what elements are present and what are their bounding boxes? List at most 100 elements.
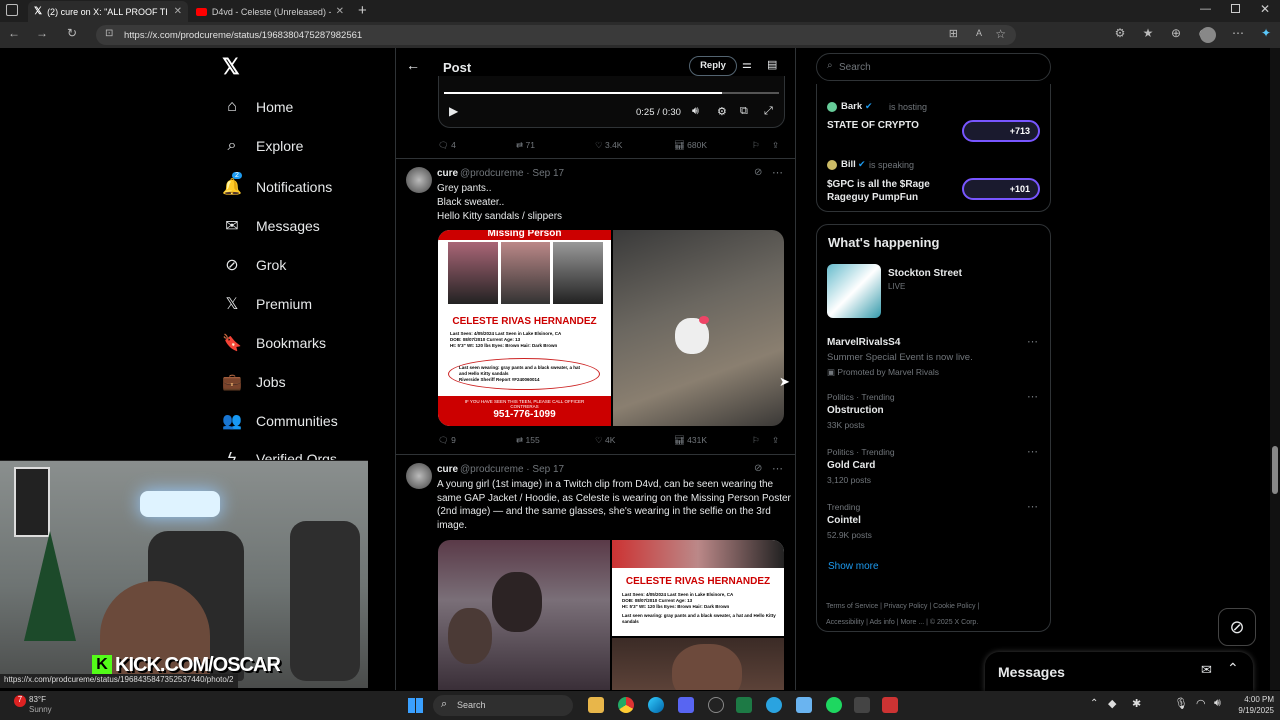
forward-icon[interactable]: → <box>34 26 50 40</box>
trend-item[interactable]: Politics · Trending Gold Card 3,120 post… <box>827 445 1042 489</box>
more-icon[interactable]: ⋯ <box>772 166 783 179</box>
post-image-poster-2[interactable]: CELESTE RIVAS HERNANDEZ Last Seen: 4/05/… <box>612 540 784 636</box>
search-input[interactable]: ⌕ Search <box>816 53 1051 81</box>
expand-icon[interactable]: ⌃ <box>1227 660 1239 677</box>
sidebar-item-notifications[interactable]: 🔔 2 Notifications <box>222 172 332 197</box>
play-icon[interactable]: ▶ <box>449 104 458 118</box>
author-handle[interactable]: @prodcureme · Sep 17 <box>460 168 564 179</box>
volume-icon[interactable]: 🔊︎ <box>692 105 699 118</box>
filter-icon[interactable]: ⚌ <box>742 58 752 71</box>
listeners-pill[interactable]: +713 <box>962 120 1040 142</box>
grok-icon[interactable]: ⊘ <box>754 463 762 474</box>
reply-count[interactable]: 🗨︎ 9 <box>438 435 456 446</box>
live-event[interactable]: Stockton Street LIVE <box>827 264 1042 318</box>
obs-icon[interactable] <box>708 697 724 713</box>
extensions-icon[interactable]: ⚙ <box>1112 26 1128 40</box>
sidebar-item-grok[interactable]: ⊘ Grok <box>222 255 286 275</box>
collections-icon[interactable]: ⊕ <box>1168 26 1184 40</box>
telegram-icon[interactable] <box>766 697 782 713</box>
close-tab-icon[interactable]: ✕ <box>336 6 344 17</box>
edge-icon[interactable] <box>648 697 664 713</box>
wifi-icon[interactable]: ◠ <box>1196 697 1206 710</box>
weather-widget[interactable]: 7 83°F Sunny <box>14 695 84 717</box>
show-more-link[interactable]: Show more <box>828 561 879 572</box>
listeners-pill[interactable]: +101 <box>962 178 1040 200</box>
favorites-icon[interactable]: ★ <box>1140 26 1156 40</box>
app-available-icon[interactable]: ⊞ <box>949 27 958 40</box>
copilot-icon[interactable]: ✦ <box>1258 26 1274 40</box>
sidebar-item-jobs[interactable]: 💼 Jobs <box>222 372 286 392</box>
chrome-icon[interactable] <box>618 697 634 713</box>
video-progress-track[interactable] <box>444 92 779 94</box>
address-bar[interactable]: ⊡ https://x.com/prodcureme/status/196838… <box>96 25 1016 45</box>
post-image-poster[interactable]: Missing Person CELESTE RIVAS HERNANDEZ L… <box>438 230 611 426</box>
footer-link[interactable]: Privacy Policy <box>884 603 928 610</box>
bluetooth-icon[interactable]: ✱ <box>1132 697 1141 710</box>
author-name[interactable]: cure <box>437 464 458 475</box>
repost-count[interactable]: ⇄ 155 <box>516 435 540 446</box>
footer-link[interactable]: Terms of Service <box>826 603 878 610</box>
tab-x-post[interactable]: 𝕏 (2) cure on X: "ALL PROOF THAT ... ✕ <box>28 1 188 22</box>
bookmark-icon[interactable]: ⚐ <box>752 140 760 151</box>
trend-item[interactable]: Trending Cointel 52.9K posts ⋯ <box>827 500 1042 544</box>
space-item[interactable]: Bark ✔ is hosting STATE OF CRYPTO +713 <box>827 100 1047 150</box>
footer-link[interactable]: Ads info <box>869 619 894 626</box>
volume-icon[interactable]: 🔊︎ <box>1214 697 1221 710</box>
favorite-icon[interactable]: ☆ <box>995 27 1006 41</box>
x-logo-icon[interactable]: 𝕏 <box>222 54 240 80</box>
grok-fab[interactable]: ⊘ <box>1218 608 1256 646</box>
post-image-closeup[interactable] <box>613 230 784 426</box>
sidebar-item-explore[interactable]: ⌕ Explore <box>222 137 304 155</box>
more-icon[interactable]: ⋯ <box>1027 500 1038 513</box>
share-icon[interactable]: ⇪ <box>772 435 779 446</box>
post-image-selfie[interactable] <box>612 638 784 690</box>
sidebar-item-premium[interactable]: 𝕏 Premium <box>222 294 312 314</box>
file-explorer-icon[interactable] <box>588 697 604 713</box>
fullscreen-icon[interactable]: ⤢ <box>764 105 773 118</box>
taskbar-search[interactable]: ⌕ Search <box>433 695 573 716</box>
back-icon[interactable]: ← <box>6 26 22 40</box>
close-window-icon[interactable]: ✕ <box>1260 2 1270 16</box>
discord-icon[interactable] <box>678 697 694 713</box>
reply-count[interactable]: 🗨︎ 4 <box>438 140 456 151</box>
read-aloud-icon[interactable]: A <box>976 28 982 38</box>
dropbox-icon[interactable]: ◆ <box>1108 697 1116 710</box>
more-icon[interactable]: ⋯ <box>1230 26 1246 40</box>
scrollbar-thumb[interactable] <box>1272 446 1278 494</box>
bookmark-icon[interactable]: ⚐ <box>752 435 760 446</box>
sidebar-item-bookmarks[interactable]: 🔖 Bookmarks <box>222 333 326 353</box>
settings-icon[interactable]: ⚙ <box>717 105 727 118</box>
trend-item[interactable]: Politics · Trending Obstruction 33K post… <box>827 390 1042 434</box>
footer-link[interactable]: More ... <box>900 619 924 626</box>
repost-count[interactable]: ⇄ 71 <box>516 140 535 151</box>
like-count[interactable]: ♡ 4K <box>595 435 615 446</box>
page-scrollbar[interactable] <box>1270 48 1280 690</box>
taskbar-clock[interactable]: 4:00 PM 9/19/2025 <box>1228 694 1274 716</box>
trend-item[interactable]: MarvelRivalsS4 Summer Special Event is n… <box>827 335 1042 379</box>
sidebar-item-home[interactable]: ⌂ Home <box>222 98 293 116</box>
reader-icon[interactable]: ▤ <box>767 58 777 71</box>
reply-button[interactable]: Reply <box>689 56 737 76</box>
footer-link[interactable]: Cookie Policy <box>933 603 975 610</box>
start-button[interactable] <box>408 698 423 713</box>
new-tab-icon[interactable]: + <box>358 2 367 19</box>
more-icon[interactable]: ⋯ <box>1027 335 1038 348</box>
close-tab-icon[interactable]: ✕ <box>174 6 182 17</box>
profile-avatar[interactable] <box>1200 27 1216 43</box>
maximize-icon[interactable] <box>1231 4 1240 13</box>
app-icon[interactable] <box>854 697 870 713</box>
sidebar-item-communities[interactable]: 👥 Communities <box>222 411 338 431</box>
minimize-icon[interactable]: — <box>1200 3 1211 15</box>
more-icon[interactable]: ⋯ <box>1027 445 1038 458</box>
window-menu-icon[interactable] <box>6 4 18 16</box>
app-icon[interactable] <box>882 697 898 713</box>
tab-youtube[interactable]: D4vd - Celeste (Unreleased) - Yo... ✕ <box>190 1 350 22</box>
like-count[interactable]: ♡ 3.4K <box>595 140 622 151</box>
view-count[interactable]: 📊︎ 431K <box>674 435 707 446</box>
reload-icon[interactable]: ↻ <box>64 26 80 40</box>
back-arrow-icon[interactable]: ← <box>406 57 420 73</box>
sidebar-item-messages[interactable]: ✉ Messages <box>222 216 320 236</box>
avatar[interactable] <box>406 463 432 489</box>
tray-chevron-icon[interactable]: ⌃ <box>1090 698 1098 709</box>
share-icon[interactable]: ⇪ <box>772 140 779 151</box>
